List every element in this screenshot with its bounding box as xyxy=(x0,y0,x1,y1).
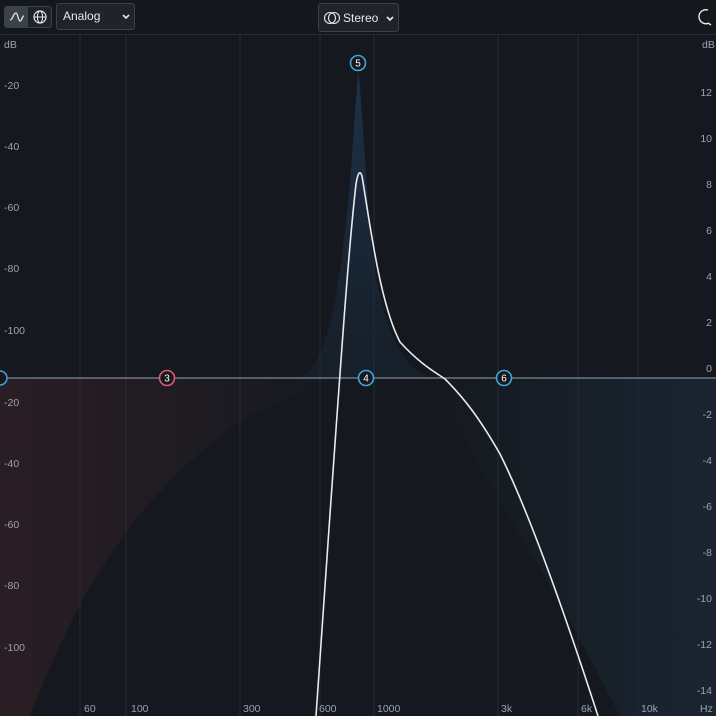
band-node-4[interactable]: 4 xyxy=(357,369,375,387)
channel-select-value: Stereo xyxy=(343,11,379,25)
right-axis-label: 12 xyxy=(700,87,712,99)
toolbar: Analog Stereo xyxy=(0,0,716,35)
right-axis-label: 8 xyxy=(706,179,712,191)
reset-button[interactable] xyxy=(693,3,715,30)
left-axis-unit: dB xyxy=(4,39,17,51)
eq-graph[interactable]: dB dB Hz -20-40-60-80-100 -20-40-60-80-1… xyxy=(0,34,716,716)
right-axis-label: -12 xyxy=(697,639,712,651)
right-axis-label: -8 xyxy=(703,547,712,559)
band-3-fill xyxy=(0,378,340,716)
right-axis-label: 4 xyxy=(706,271,712,283)
frequency-tick-label: 100 xyxy=(131,703,149,715)
band-node-label: 5 xyxy=(355,59,361,70)
left-axis-label: -60 xyxy=(4,202,19,214)
chevron-down-icon xyxy=(122,14,130,20)
band-node-label: 4 xyxy=(363,374,369,385)
rotate-icon xyxy=(698,9,712,26)
band-6-fill xyxy=(430,378,716,716)
frequency-tick-label: 1000 xyxy=(377,703,401,715)
left-axis-label: -100 xyxy=(4,325,25,337)
right-axis-unit: dB xyxy=(702,39,715,51)
left-axis-label: -40 xyxy=(4,141,19,153)
right-axis-label: -14 xyxy=(697,685,712,697)
band-node-6[interactable]: 6 xyxy=(495,369,513,387)
chevron-down-icon xyxy=(386,16,394,22)
left-axis-upper: -20 -40 -60 -80 -100 xyxy=(4,80,25,337)
stereo-rings-icon xyxy=(323,11,341,25)
frequency-tick-label: 60 xyxy=(84,703,96,715)
band-node-label: 6 xyxy=(501,374,507,385)
right-axis-label: -10 xyxy=(697,593,712,605)
right-axis-label: -6 xyxy=(703,501,712,513)
left-axis-label: -80 xyxy=(4,263,19,275)
frequency-tick-label: 600 xyxy=(319,703,337,715)
right-axis-label: 2 xyxy=(706,317,712,329)
band-node-5[interactable]: 5 xyxy=(349,54,367,72)
right-axis-label: -4 xyxy=(703,455,712,467)
frequency-tick-label: 10k xyxy=(641,703,659,715)
globe-icon[interactable] xyxy=(29,7,52,27)
frequency-axis: 60 100 300 600 1000 3k 6k 10k xyxy=(84,703,659,715)
right-axis-label: 6 xyxy=(706,225,712,237)
channel-select[interactable]: Stereo xyxy=(318,3,399,32)
mode-select[interactable]: Analog xyxy=(56,3,135,30)
frequency-tick-label: 300 xyxy=(243,703,261,715)
left-axis-label: -80 xyxy=(4,580,19,592)
right-axis-label: 10 xyxy=(700,133,712,145)
left-axis-label: -40 xyxy=(4,458,19,470)
band-node-label: 3 xyxy=(164,374,170,385)
frequency-tick-label: 3k xyxy=(501,703,513,715)
right-axis-label: 0 xyxy=(706,363,712,375)
view-mode-toggle[interactable] xyxy=(4,6,52,28)
left-axis-label: -100 xyxy=(4,642,25,654)
left-axis-label: -20 xyxy=(4,80,19,92)
frequency-tick-label: 6k xyxy=(581,703,593,715)
left-axis-label: -60 xyxy=(4,519,19,531)
eq-curve-icon[interactable] xyxy=(5,7,28,27)
right-axis-label: -2 xyxy=(703,409,712,421)
left-axis-label: -20 xyxy=(4,397,19,409)
frequency-unit: Hz xyxy=(700,703,713,715)
mode-select-value: Analog xyxy=(63,9,101,23)
band-node-3[interactable]: 3 xyxy=(158,369,176,387)
band-node-edge[interactable] xyxy=(0,370,8,386)
